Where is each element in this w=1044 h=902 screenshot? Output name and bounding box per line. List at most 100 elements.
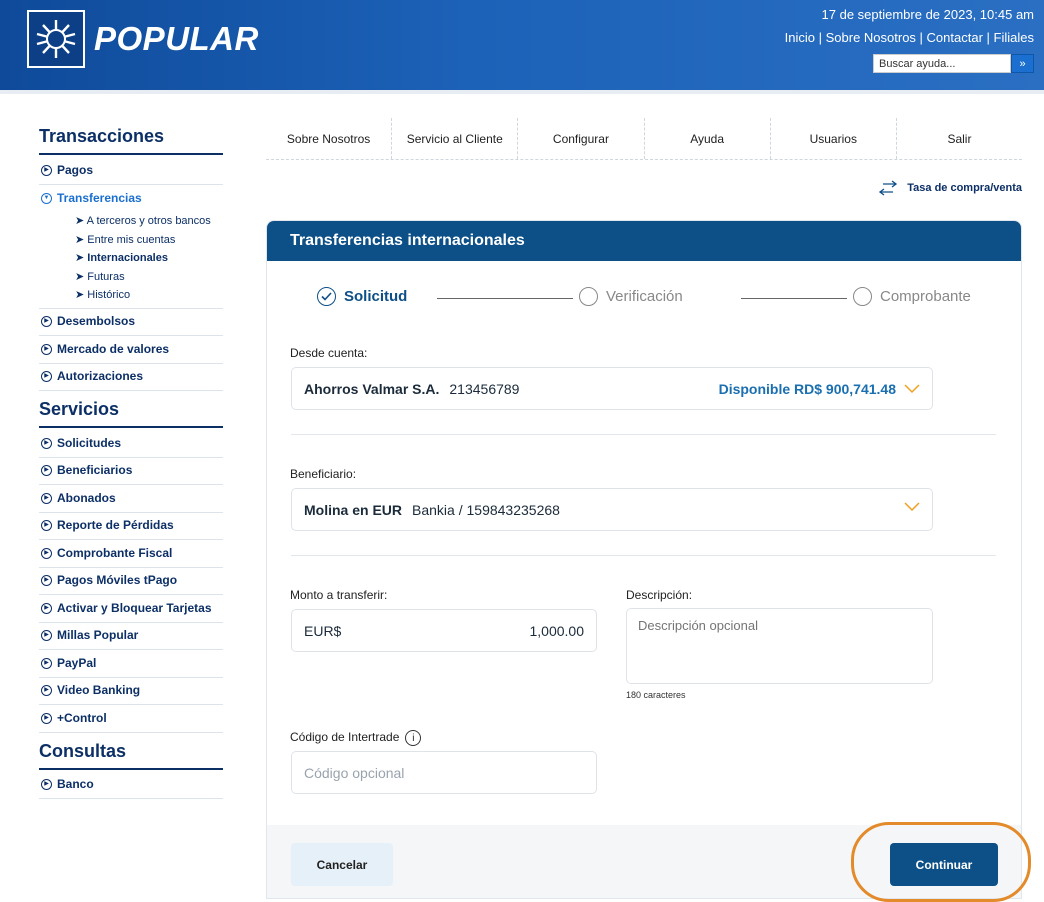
nav-salir[interactable]: Salir xyxy=(897,118,1022,159)
account-name: Ahorros Valmar S.A. xyxy=(304,380,440,397)
sidebar-item-solicitudes[interactable]: ▶ Solicitudes xyxy=(39,430,223,458)
search-input[interactable] xyxy=(873,54,1011,73)
sidebar-item-banco[interactable]: ▶ Banco xyxy=(39,772,223,799)
sidebar-item-abonados[interactable]: ▶ Abonados xyxy=(39,485,223,513)
sidebar-item-label: PayPal xyxy=(57,655,97,670)
sidebar-item-desembolsos[interactable]: ▶ Desembolsos xyxy=(39,309,223,336)
sidebar-item-mercado-valores[interactable]: ▶ Mercado de valores xyxy=(39,336,223,364)
play-circle-icon: ▶ xyxy=(41,712,52,724)
link-contactar[interactable]: Contactar xyxy=(927,30,983,45)
sidebar-item-label: Pagos xyxy=(57,162,94,177)
section-divider xyxy=(291,555,996,556)
sidebar-heading-servicios: Servicios xyxy=(39,399,223,428)
from-account-select[interactable]: Ahorros Valmar S.A. 213456789 Disponible… xyxy=(291,367,933,410)
from-account-right: Disponible RD$ 900,741.48 xyxy=(719,381,920,397)
sidebar-item-label: +Control xyxy=(57,710,107,725)
nav-sobre-nosotros[interactable]: Sobre Nosotros xyxy=(266,118,393,159)
amount-label: Monto a transferir: xyxy=(290,588,388,602)
beneficiary-right xyxy=(904,502,920,512)
description-textarea[interactable] xyxy=(626,608,933,684)
link-separator: | xyxy=(915,30,927,45)
sidebar-item-pagos[interactable]: ▶ Pagos xyxy=(39,157,223,185)
sidebar-item-label: Banco xyxy=(57,777,94,792)
link-filiales[interactable]: Filiales xyxy=(994,30,1034,45)
sidebar-item-millas-popular[interactable]: ▶ Millas Popular xyxy=(39,623,223,650)
step-verificacion: Verificación xyxy=(573,287,689,306)
intertrade-input[interactable] xyxy=(304,764,584,781)
play-circle-icon: ▶ xyxy=(41,657,52,669)
subitem-futuras[interactable]: ➤ Futuras xyxy=(75,268,223,287)
card-title: Transferencias internacionales xyxy=(267,221,1021,261)
subitem-historico[interactable]: ➤ Histórico xyxy=(75,286,223,305)
link-inicio[interactable]: Inicio xyxy=(785,30,815,45)
nav-ayuda[interactable]: Ayuda xyxy=(645,118,771,159)
sidebar-heading-consultas: Consultas xyxy=(39,741,223,770)
subitem-internacionales[interactable]: ➤ Internacionales xyxy=(75,249,223,268)
step-label: Comprobante xyxy=(880,288,971,305)
from-account-label: Desde cuenta: xyxy=(290,346,368,360)
play-circle-icon: ▶ xyxy=(41,343,52,355)
nav-servicio-cliente[interactable]: Servicio al Cliente xyxy=(392,118,519,159)
exchange-rate-label: Tasa de compra/venta xyxy=(907,182,1022,194)
nav-configurar[interactable]: Configurar xyxy=(518,118,645,159)
sidebar-item-reporte-perdidas[interactable]: ▶ Reporte de Pérdidas xyxy=(39,513,223,540)
sidebar-item-activar-tarjetas[interactable]: ▶ Activar y Bloquear Tarjetas xyxy=(39,595,223,623)
description-label: Descripción: xyxy=(626,588,693,602)
char-limit-note: 180 caracteres xyxy=(626,690,686,700)
available-balance: Disponible RD$ 900,741.48 xyxy=(718,381,896,397)
top-nav: Sobre Nosotros Servicio al Cliente Confi… xyxy=(266,118,1022,160)
sidebar-item-label: Beneficiarios xyxy=(57,463,133,478)
popular-logo-icon[interactable] xyxy=(27,10,85,68)
info-icon[interactable]: i xyxy=(405,730,422,746)
link-sobre-nosotros[interactable]: Sobre Nosotros xyxy=(826,30,916,45)
check-circle-icon xyxy=(317,287,336,306)
step-label: Solicitud xyxy=(344,288,408,305)
subitem-entre-cuentas[interactable]: ➤ Entre mis cuentas xyxy=(75,231,223,250)
link-separator: | xyxy=(982,30,994,45)
sidebar-item-label: Activar y Bloquear Tarjetas xyxy=(57,600,212,615)
play-circle-icon: ▶ xyxy=(41,492,52,504)
amount-field[interactable]: EUR$ 1,000.00 xyxy=(291,609,597,652)
cancel-button[interactable]: Cancelar xyxy=(291,843,393,886)
play-circle-icon: ▶ xyxy=(41,779,52,791)
beneficiary-detail: Bankia / 159843235268 xyxy=(412,501,560,518)
subitem-label: Internacionales xyxy=(87,252,168,264)
play-circle-icon: ▶ xyxy=(41,547,52,559)
transfer-card: Transferencias internacionales Solicitud… xyxy=(266,220,1022,899)
sidebar-item-control[interactable]: ▶ +Control xyxy=(39,705,223,733)
sidebar-item-video-banking[interactable]: ▶ Video Banking xyxy=(39,678,223,705)
continue-button[interactable]: Continuar xyxy=(890,843,998,886)
sidebar-item-label: Abonados xyxy=(57,490,116,505)
sidebar-item-pagos-moviles[interactable]: ▶ Pagos Móviles tPago xyxy=(39,568,223,595)
sidebar-item-autorizaciones[interactable]: ▶ Autorizaciones xyxy=(39,364,223,391)
exchange-arrows-icon xyxy=(879,180,898,196)
header-datetime: 17 de septiembre de 2023, 10:45 am xyxy=(821,7,1034,22)
header-search: » xyxy=(873,54,1034,73)
account-number: 213456789 xyxy=(449,380,520,397)
step-solicitud: Solicitud xyxy=(317,287,414,306)
play-circle-icon: ▶ xyxy=(41,630,52,642)
beneficiary-select[interactable]: Molina en EUR Bankia / 159843235268 xyxy=(291,488,933,531)
sidebar-item-paypal[interactable]: ▶ PayPal xyxy=(39,650,223,678)
section-divider xyxy=(291,434,996,435)
chevron-down-icon xyxy=(904,502,920,512)
sidebar-item-label: Millas Popular xyxy=(57,628,139,643)
header-divider xyxy=(0,90,1044,94)
nav-usuarios[interactable]: Usuarios xyxy=(771,118,897,159)
subitem-label: A terceros y otros bancos xyxy=(86,215,211,227)
subitem-terceros[interactable]: ➤ A terceros y otros bancos xyxy=(75,212,223,231)
intertrade-field[interactable] xyxy=(291,751,597,794)
exchange-rate-link[interactable]: Tasa de compra/venta xyxy=(877,180,1022,196)
play-circle-icon: ▶ xyxy=(41,164,52,176)
transferencias-submenu: ➤ A terceros y otros bancos ➤ Entre mis … xyxy=(39,212,223,309)
sidebar-item-comprobante-fiscal[interactable]: ▶ Comprobante Fiscal xyxy=(39,540,223,568)
empty-circle-icon xyxy=(853,287,872,306)
search-button[interactable]: » xyxy=(1011,54,1034,73)
sidebar-item-transferencias[interactable]: ▼ Transferencias xyxy=(39,185,223,213)
sidebar-item-beneficiarios[interactable]: ▶ Beneficiarios xyxy=(39,458,223,485)
sidebar-item-label: Autorizaciones xyxy=(57,369,144,384)
subitem-label: Futuras xyxy=(87,270,125,283)
link-separator: | xyxy=(815,30,826,45)
sidebar-item-label: Reporte de Pérdidas xyxy=(57,518,174,533)
beneficiary-label: Beneficiario: xyxy=(290,467,357,481)
